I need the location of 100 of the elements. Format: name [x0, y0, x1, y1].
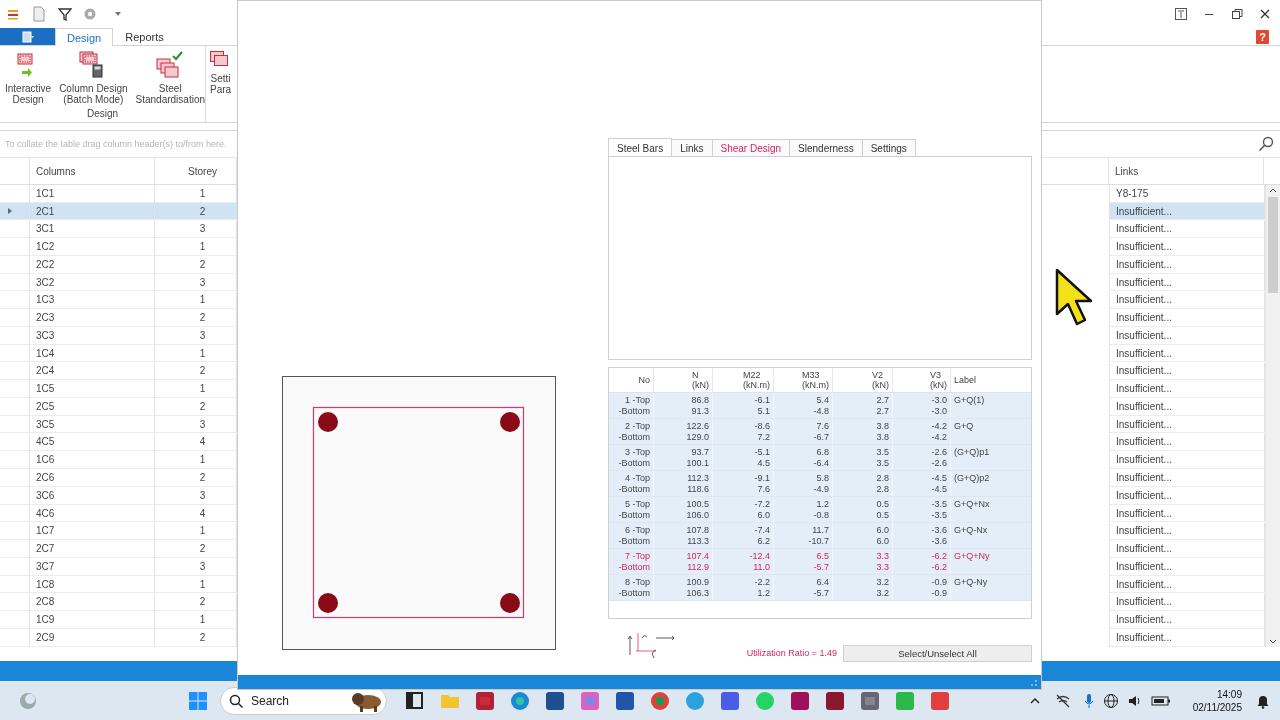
- column-header[interactable]: V3 (kN): [893, 368, 951, 392]
- column-header[interactable]: No: [609, 368, 654, 392]
- table-cell[interactable]: 1C2: [30, 238, 155, 256]
- scroll-up-icon[interactable]: [1269, 187, 1277, 193]
- table-cell[interactable]: 1C4: [30, 344, 155, 363]
- row-header[interactable]: [0, 327, 30, 345]
- row-header[interactable]: [0, 256, 30, 274]
- table-cell[interactable]: Insufficient...: [1110, 522, 1265, 541]
- table-row[interactable]: 4 -Top -Bottom 112.3 118.6 -9.1 7.6 5.8 -4.9 2.8 2.8 -4.5 -4.5 (G+Q)p2: [609, 471, 1031, 497]
- chrome-icon[interactable]: [649, 690, 671, 712]
- table-cell[interactable]: Insufficient...: [1110, 362, 1265, 381]
- copilot-icon[interactable]: [579, 690, 601, 712]
- column-header[interactable]: N (kN): [654, 368, 713, 392]
- row-header[interactable]: [0, 415, 30, 434]
- table-cell[interactable]: Insufficient...: [1110, 611, 1265, 629]
- help-icon[interactable]: ?: [1256, 29, 1269, 44]
- table-cell[interactable]: 4C6: [30, 504, 155, 523]
- zoom-icon[interactable]: [719, 690, 741, 712]
- row-header[interactable]: [0, 291, 30, 310]
- table-cell[interactable]: 1C7: [30, 522, 155, 541]
- table-cell[interactable]: Insufficient...: [1110, 629, 1265, 647]
- column-header[interactable]: V2 (kN): [833, 368, 893, 392]
- table-row[interactable]: 6 -Top -Bottom 107.8 113.3 -7.4 6.2 11.7 -10.7 6.0 6.0 -3.6 -3.6 G+Q-Nx: [609, 523, 1031, 549]
- table-cell[interactable]: 3C2: [30, 273, 155, 292]
- table-cell[interactable]: Insufficient...: [1110, 327, 1265, 345]
- dialog-tab[interactable]: Slenderness: [789, 139, 863, 157]
- column-header[interactable]: Columns: [30, 158, 155, 184]
- app-icon[interactable]: [824, 690, 846, 712]
- search-icon[interactable]: [1258, 136, 1274, 152]
- table-cell[interactable]: 3C1: [30, 220, 155, 239]
- table-cell[interactable]: 3C5: [30, 415, 155, 434]
- pin-icon[interactable]: [1174, 7, 1188, 21]
- row-header[interactable]: [0, 629, 30, 647]
- table-cell[interactable]: Insufficient...: [1110, 309, 1265, 327]
- table-row[interactable]: 3 -Top -Bottom 93.7 100.1 -5.1 4.5 6.8 -6.4 3.5 3.5 -2.6 -2.6 (G+Q)p1: [609, 445, 1031, 471]
- whatsapp-icon[interactable]: [754, 690, 776, 712]
- table-cell[interactable]: Insufficient...: [1110, 593, 1265, 612]
- table-cell[interactable]: Insufficient...: [1110, 415, 1265, 434]
- document-icon[interactable]: [32, 6, 46, 22]
- ribbon-button[interactable]: Interactive Design: [2, 51, 55, 105]
- app-icon[interactable]: [789, 690, 811, 712]
- table-cell[interactable]: Insufficient...: [1110, 291, 1265, 310]
- dialog-tab[interactable]: Links: [671, 139, 713, 157]
- row-header[interactable]: [0, 611, 30, 629]
- row-header[interactable]: [0, 238, 30, 256]
- table-cell[interactable]: Insufficient...: [1110, 220, 1265, 239]
- table-cell[interactable]: 2C7: [30, 540, 155, 558]
- battery-icon[interactable]: [1150, 695, 1171, 707]
- table-cell[interactable]: 1C3: [30, 291, 155, 310]
- table-cell[interactable]: 2C5: [30, 398, 155, 416]
- restore-icon[interactable]: [1230, 7, 1244, 21]
- clock-date[interactable]: 02/11/2025: [1192, 701, 1242, 714]
- row-header[interactable]: [0, 540, 30, 558]
- chevron-up-icon[interactable]: [1028, 696, 1041, 706]
- row-header[interactable]: [0, 469, 30, 487]
- notification-icon[interactable]: [1256, 693, 1270, 709]
- row-header[interactable]: [0, 185, 30, 203]
- speaker-icon[interactable]: [1126, 693, 1143, 709]
- table-cell[interactable]: Insufficient...: [1110, 558, 1265, 576]
- window-icon[interactable]: [404, 690, 426, 712]
- table-cell[interactable]: Insufficient...: [1110, 540, 1265, 558]
- table-cell[interactable]: Insufficient...: [1110, 433, 1265, 452]
- telegram-icon[interactable]: [684, 690, 706, 712]
- row-header[interactable]: [0, 309, 30, 327]
- table-cell[interactable]: Y8-175: [1110, 185, 1265, 203]
- table-cell[interactable]: Insufficient...: [1110, 469, 1265, 487]
- table-cell[interactable]: Insufficient...: [1110, 238, 1265, 256]
- table-cell[interactable]: 2C6: [30, 469, 155, 487]
- network-off-icon[interactable]: [1054, 693, 1071, 709]
- column-header[interactable]: M22 (kN.m): [713, 368, 774, 392]
- weather-icon[interactable]: [18, 691, 38, 711]
- table-cell[interactable]: 1C5: [30, 380, 155, 398]
- store-icon[interactable]: [544, 690, 566, 712]
- app-icon[interactable]: [474, 690, 496, 712]
- table-row[interactable]: 2 -Top -Bottom 122.6 129.0 -8.6 7.2 7.6 -6.7 3.8 3.8 -4.2 -4.2 G+Q: [609, 419, 1031, 445]
- dialog-tab[interactable]: Shear Design: [711, 139, 791, 157]
- row-header[interactable]: [0, 398, 30, 416]
- filter-icon[interactable]: [58, 7, 72, 21]
- dialog-tab[interactable]: Settings: [861, 139, 916, 157]
- table-cell[interactable]: Insufficient...: [1110, 398, 1265, 416]
- table-row[interactable]: 8 -Top -Bottom 100.9 106.3 -2.2 1.2 6.4 -5.7 3.2 3.2 -0.9 -0.9 G+Q-Ny: [609, 575, 1031, 601]
- row-header[interactable]: [0, 593, 30, 612]
- select-all-button[interactable]: Select/Unselect All: [843, 645, 1032, 662]
- table-cell[interactable]: 1C8: [30, 575, 155, 594]
- row-header[interactable]: [0, 522, 30, 541]
- row-header[interactable]: [0, 575, 30, 594]
- table-row[interactable]: 5 -Top -Bottom 100.5 106.0 -7.2 6.0 1.2 -0.8 0.5 0.5 -3.5 -3.5 G+Q+Nx: [609, 497, 1031, 523]
- table-cell[interactable]: Insufficient...: [1110, 344, 1265, 363]
- start-icon[interactable]: [188, 691, 208, 711]
- menu-icon[interactable]: [6, 7, 20, 21]
- row-header[interactable]: [0, 220, 30, 239]
- row-header[interactable]: [0, 504, 30, 523]
- table-cell[interactable]: Insufficient...: [1110, 273, 1265, 292]
- calculator-icon[interactable]: [859, 690, 881, 712]
- app-icon[interactable]: [614, 690, 636, 712]
- column-header[interactable]: Links: [1109, 158, 1264, 184]
- table-cell[interactable]: 2C3: [30, 309, 155, 327]
- table-cell[interactable]: 2C4: [30, 362, 155, 381]
- row-header[interactable]: [0, 273, 30, 292]
- ribbon-button[interactable]: Column Design (Batch Mode): [56, 51, 131, 105]
